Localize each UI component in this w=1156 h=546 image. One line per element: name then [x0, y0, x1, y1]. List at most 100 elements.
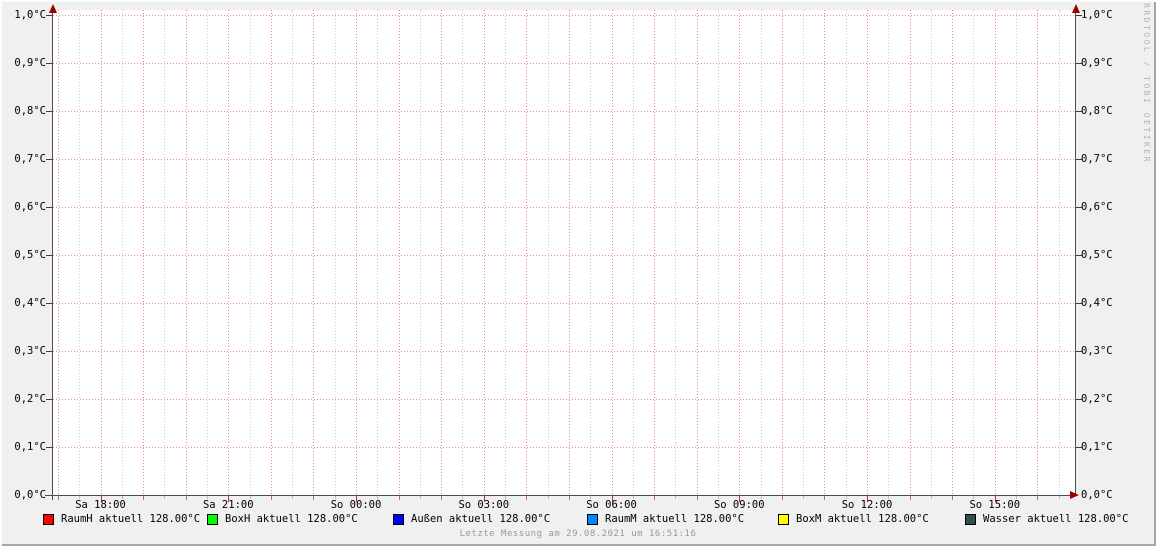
left-y-axis	[52, 8, 53, 500]
legend-color-swatch	[965, 513, 976, 525]
v-gridline-halfhour	[675, 10, 676, 495]
v-gridline-hour	[697, 10, 698, 495]
v-gridline-hour	[313, 10, 314, 495]
v-gridline-hour	[228, 10, 229, 495]
v-gridline-halfhour	[846, 10, 847, 495]
x-axis-label: So 12:00	[841, 499, 893, 511]
legend-item-wasser: Wasser aktuell 128.00°C	[965, 512, 1128, 526]
v-gridline-halfhour	[1059, 10, 1060, 495]
v-gridline-hour	[271, 10, 272, 495]
v-gridline-halfhour	[377, 10, 378, 495]
v-gridline-halfhour	[973, 10, 974, 495]
v-gridline-halfhour	[718, 10, 719, 495]
x-axis	[45, 495, 1075, 496]
legend-label: BoxH aktuell 128.00°C	[225, 513, 358, 525]
y-axis-label: 0,9°C	[14, 57, 46, 69]
x-tick	[441, 496, 442, 500]
right-y-axis-arrow-icon	[1072, 4, 1080, 13]
y-axis-label: 0,5°C	[1081, 249, 1113, 261]
v-gridline-halfhour	[335, 10, 336, 495]
v-gridline-hour	[399, 10, 400, 495]
y-axis-label: 0,6°C	[1081, 201, 1113, 213]
v-gridline-halfhour	[164, 10, 165, 495]
y-axis-label: 0,7°C	[1081, 153, 1113, 165]
x-tick	[526, 496, 527, 500]
v-gridline-hour	[654, 10, 655, 495]
v-gridline-halfhour	[803, 10, 804, 495]
y-axis-label: 0,8°C	[14, 105, 46, 117]
v-gridline-halfhour	[1016, 10, 1017, 495]
v-gridline-hour	[782, 10, 783, 495]
v-gridline-halfhour	[888, 10, 889, 495]
x-tick	[313, 496, 314, 500]
y-axis-label: 0,2°C	[14, 393, 46, 405]
x-axis-label: So 06:00	[586, 499, 637, 511]
y-axis-label: 0,1°C	[14, 441, 46, 453]
legend-label: RaumH aktuell 128.00°C	[61, 513, 201, 525]
legend-label: Außen aktuell 128.00°C	[411, 513, 551, 525]
v-gridline-halfhour	[505, 10, 506, 495]
legend-label: RaumM aktuell 128.00°C	[605, 513, 745, 525]
v-gridline-hour	[484, 10, 485, 495]
v-gridline-hour	[441, 10, 442, 495]
y-axis-label: 0,5°C	[14, 249, 46, 261]
v-gridline-halfhour	[207, 10, 208, 495]
v-gridline-hour	[356, 10, 357, 495]
legend-color-swatch	[393, 513, 404, 525]
x-tick	[824, 496, 825, 500]
last-measurement-text: Letzte Messung am 29.08.2021 um 16:51:16	[459, 529, 697, 539]
legend-item-aussen: Außen aktuell 128.00°C	[393, 512, 550, 526]
x-axis-arrow-icon	[1070, 491, 1079, 499]
y-axis-label: 1,0°C	[1081, 9, 1113, 21]
v-gridline-halfhour	[548, 10, 549, 495]
x-axis-label: Sa 21:00	[202, 499, 254, 511]
v-gridline-halfhour	[931, 10, 932, 495]
v-gridline-halfhour	[250, 10, 251, 495]
v-gridline-hour	[186, 10, 187, 495]
v-gridline-halfhour	[420, 10, 421, 495]
legend-item-boxm: BoxM aktuell 128.00°C	[778, 512, 929, 526]
v-gridline-halfhour	[292, 10, 293, 495]
x-tick	[569, 496, 570, 500]
legend-label: Wasser aktuell 128.00°C	[983, 513, 1129, 525]
x-minor-tick	[931, 496, 932, 499]
x-axis-label: So 00:00	[330, 499, 382, 511]
x-axis-label: So 09:00	[713, 499, 765, 511]
v-gridline-hour	[612, 10, 613, 495]
v-gridline-halfhour	[122, 10, 123, 495]
legend-color-swatch	[778, 513, 789, 525]
v-gridline-hour	[58, 10, 59, 495]
y-axis-label: 0,0°C	[1081, 489, 1113, 501]
v-gridline-hour	[995, 10, 996, 495]
x-tick	[654, 496, 655, 500]
x-minor-tick	[548, 496, 549, 499]
v-gridline-halfhour	[590, 10, 591, 495]
x-minor-tick	[1059, 496, 1060, 499]
x-minor-tick	[803, 496, 804, 499]
x-tick	[399, 496, 400, 500]
v-gridline-hour	[1037, 10, 1038, 495]
v-gridline-hour	[101, 10, 102, 495]
y-axis-label: 0,8°C	[1081, 105, 1113, 117]
rrdtool-graph: 1,0°C 0,9°C 0,8°C 0,7°C 0,6°C 0,5°C 0,4°C 0,3°C…	[0, 0, 1156, 546]
x-tick	[952, 496, 953, 500]
x-tick	[271, 496, 272, 500]
legend-item-boxh: BoxH aktuell 128.00°C	[207, 512, 358, 526]
x-minor-tick	[420, 496, 421, 499]
x-axis-label: Sa 18:00	[75, 499, 126, 511]
plot-area	[52, 10, 1075, 495]
x-tick	[143, 496, 144, 500]
y-axis-label: 0,7°C	[14, 153, 46, 165]
v-gridline-hour	[569, 10, 570, 495]
v-gridline-hour	[526, 10, 527, 495]
y-axis-label: 0,2°C	[1081, 393, 1113, 405]
x-minor-tick	[164, 496, 165, 499]
v-gridline-halfhour	[79, 10, 80, 495]
x-tick	[782, 496, 783, 500]
legend-color-swatch	[207, 513, 218, 525]
y-axis-label: 0,4°C	[14, 297, 46, 309]
x-tick	[186, 496, 187, 500]
x-tick	[58, 496, 59, 500]
x-minor-tick	[292, 496, 293, 499]
legend-color-swatch	[587, 513, 598, 525]
